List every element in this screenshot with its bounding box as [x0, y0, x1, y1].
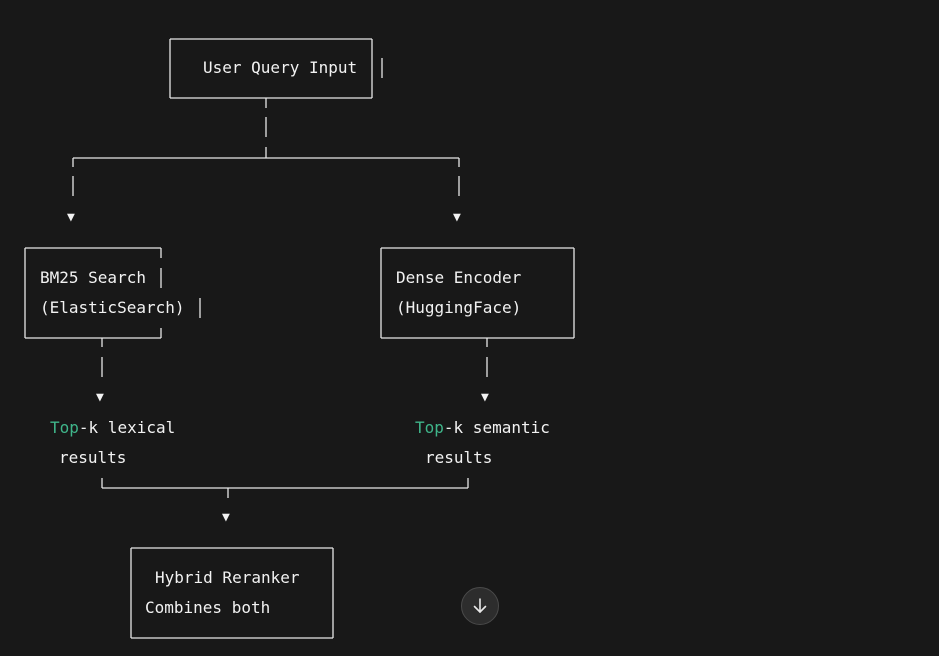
arrow-to-reranker: ▼ — [222, 510, 230, 525]
dense-node-subtitle: (HuggingFace) — [396, 298, 522, 317]
arrow-to-semantic: ▼ — [481, 390, 489, 405]
semantic-results-label: Top-k semantic — [415, 418, 550, 438]
lexical-rest: -k lexical — [78, 418, 176, 437]
arrow-down-icon — [473, 598, 487, 613]
dense-node-title: Dense Encoder — [396, 268, 522, 287]
connector-lines — [24, 38, 575, 639]
arrow-to-lexical: ▼ — [96, 390, 104, 405]
dense-box-frame — [380, 247, 575, 339]
semantic-rest: -k semantic — [443, 418, 550, 437]
query-node-label: User Query Input — [203, 58, 358, 77]
bm25-node-title: BM25 Search — [40, 268, 146, 287]
bm25-box-frame — [24, 247, 201, 339]
split-connector — [72, 157, 460, 196]
scroll-down-button[interactable] — [461, 587, 499, 625]
reranker-box-frame — [130, 547, 334, 639]
arrow-to-bm25: ▼ — [67, 210, 75, 225]
lexical-keyword: Top — [50, 418, 79, 437]
semantic-results-line2: results — [425, 448, 493, 467]
lexical-results-label: Top-k lexical — [50, 418, 175, 438]
semantic-keyword: Top — [415, 418, 444, 437]
merge-connector — [101, 478, 469, 498]
bm25-node-subtitle: (ElasticSearch) — [40, 298, 185, 317]
lexical-results-line2: results — [59, 448, 127, 467]
reranker-node-title: Hybrid Reranker — [155, 568, 300, 587]
diagram-canvas: ▼ ▼ ▼ ▼ ▼ User Query Input BM25 Search (… — [0, 0, 939, 656]
arrow-to-dense: ▼ — [453, 210, 461, 225]
reranker-node-subtitle: Combines both — [145, 598, 271, 617]
